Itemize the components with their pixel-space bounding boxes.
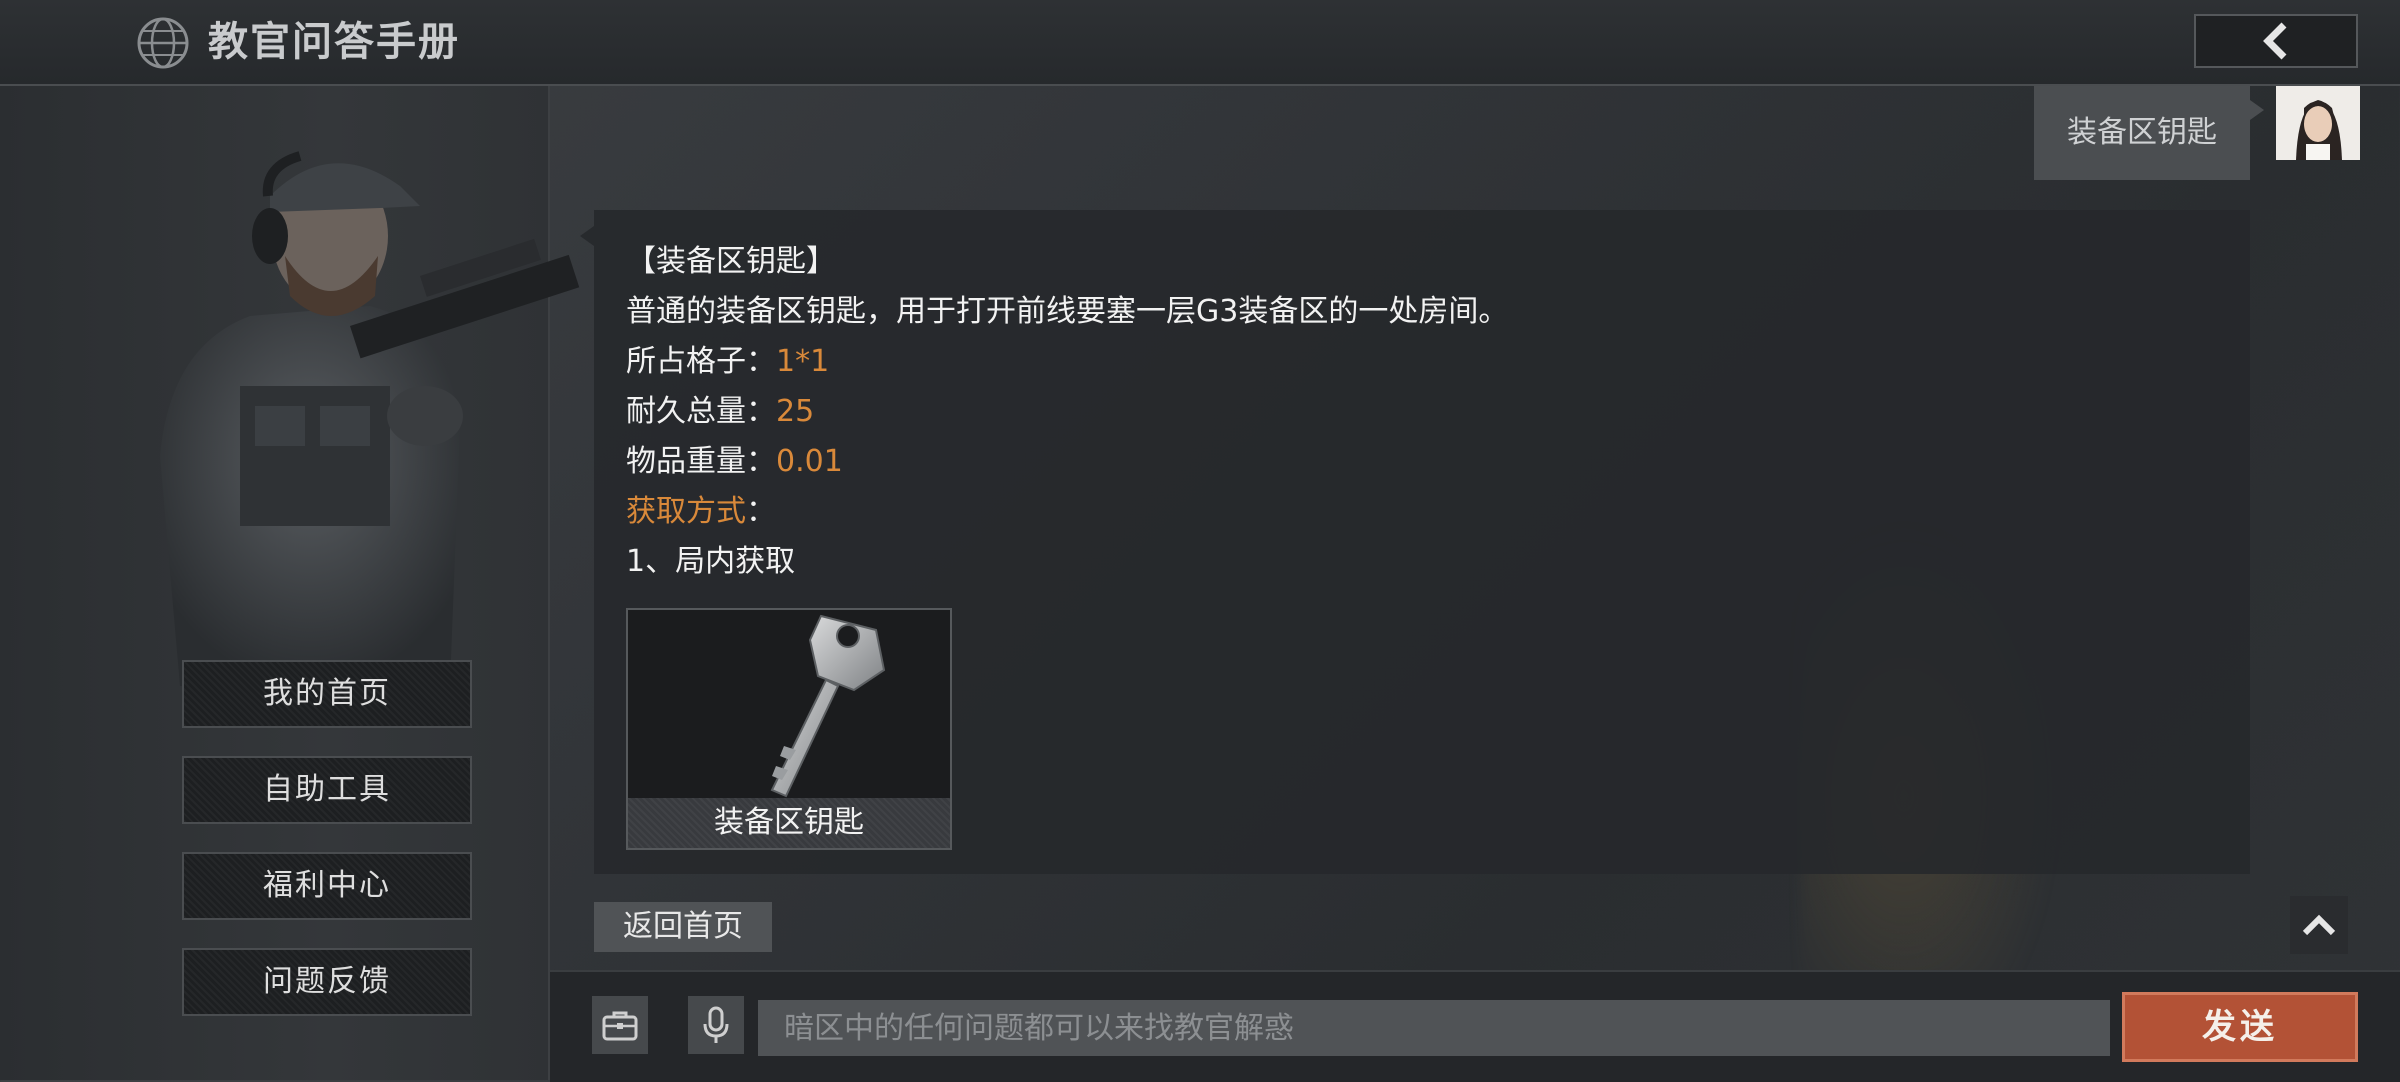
durability-value: 25 bbox=[776, 394, 815, 429]
answer-card: 【装备区钥匙】 普通的装备区钥匙，用于打开前线要塞一层G3装备区的一处房间。 所… bbox=[580, 210, 2250, 874]
toolbox-icon bbox=[602, 1011, 638, 1041]
weight-row: 物品重量：0.01 bbox=[626, 442, 843, 482]
back-button[interactable] bbox=[2194, 14, 2358, 68]
item-label: 装备区钥匙 bbox=[628, 798, 950, 848]
key-icon bbox=[770, 614, 886, 798]
send-button[interactable]: 发送 bbox=[2122, 992, 2358, 1062]
durability-label: 耐久总量： bbox=[626, 394, 776, 429]
source-colon: ： bbox=[746, 494, 776, 529]
source-label: 获取方式 bbox=[626, 494, 746, 529]
globe-icon bbox=[137, 17, 189, 69]
header-bar: 教官问答手册 bbox=[0, 0, 2400, 86]
slots-label: 所占格子： bbox=[626, 344, 776, 379]
answer-description: 普通的装备区钥匙，用于打开前线要塞一层G3装备区的一处房间。 bbox=[626, 294, 1509, 329]
microphone-icon bbox=[703, 1006, 729, 1043]
weight-value: 0.01 bbox=[776, 444, 843, 479]
source-item: 1、局内获取 bbox=[626, 544, 796, 579]
sidebar-item-welfare-center[interactable]: 福利中心 bbox=[182, 852, 472, 920]
input-bar: 发送 bbox=[550, 970, 2400, 1082]
toolbox-button[interactable] bbox=[592, 996, 648, 1054]
answer-title: 【装备区钥匙】 bbox=[626, 244, 836, 279]
sidebar-item-home[interactable]: 我的首页 bbox=[182, 660, 472, 728]
chevron-left-icon bbox=[2263, 22, 2287, 60]
chevron-up-icon bbox=[2302, 914, 2336, 936]
chat-input[interactable] bbox=[758, 1000, 2110, 1056]
sidebar-item-feedback[interactable]: 问题反馈 bbox=[182, 948, 472, 1016]
back-to-home-button[interactable]: 返回首页 bbox=[594, 902, 772, 952]
scroll-top-button[interactable] bbox=[2290, 896, 2348, 954]
user-message-bubble: 装备区钥匙 bbox=[2034, 86, 2264, 180]
sidebar-item-self-service-tools[interactable]: 自助工具 bbox=[182, 756, 472, 824]
sidebar: 我的首页 自助工具 福利中心 问题反馈 bbox=[0, 86, 580, 1080]
page-title: 教官问答手册 bbox=[208, 19, 460, 65]
instructor-portrait bbox=[160, 151, 580, 686]
avatar bbox=[2276, 86, 2360, 160]
user-avatar-image bbox=[2276, 86, 2360, 160]
slots-row: 所占格子：1*1 bbox=[626, 342, 829, 382]
slots-value: 1*1 bbox=[776, 344, 830, 379]
voice-button[interactable] bbox=[688, 996, 744, 1054]
durability-row: 耐久总量：25 bbox=[626, 392, 814, 432]
source-row: 获取方式： bbox=[626, 492, 776, 532]
weight-label: 物品重量： bbox=[626, 444, 776, 479]
item-card[interactable]: 装备区钥匙 bbox=[626, 608, 952, 850]
